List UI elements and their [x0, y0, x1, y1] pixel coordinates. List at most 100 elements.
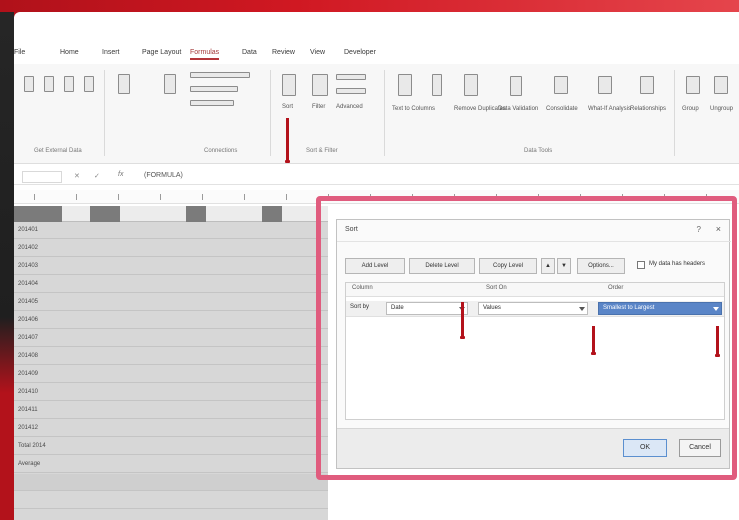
data-validation-icon[interactable]	[510, 76, 522, 96]
row-label-cell[interactable]: 201401	[18, 225, 62, 236]
help-icon[interactable]: ?	[697, 225, 701, 234]
from-web-icon[interactable]	[44, 76, 54, 92]
consolidate-label[interactable]: Consolidate	[546, 106, 578, 113]
function-icon[interactable]: fx	[118, 171, 123, 178]
row-label-cell[interactable]: 201405	[18, 297, 62, 308]
table-row[interactable]	[14, 492, 328, 509]
ruler-tick	[34, 194, 35, 200]
tab-review[interactable]: Review	[272, 46, 295, 60]
row-label-cell[interactable]: 201407	[18, 333, 62, 344]
ruler-tick	[76, 194, 77, 200]
ungroup-label[interactable]: Ungroup	[710, 106, 733, 113]
name-box[interactable]	[22, 171, 62, 183]
table-row[interactable]: 201403	[14, 258, 328, 275]
delete-level-button[interactable]: Delete Level	[409, 258, 475, 274]
what-if-icon[interactable]	[598, 76, 612, 94]
table-row[interactable]: 201411	[14, 402, 328, 419]
ribbon-separator	[384, 70, 385, 156]
options-button[interactable]: Options...	[577, 258, 625, 274]
row-label-cell[interactable]: 201402	[18, 243, 62, 254]
from-access-icon[interactable]	[24, 76, 34, 92]
dialog-title: Sort	[345, 226, 358, 233]
column-select[interactable]: Date	[386, 302, 468, 315]
sort-level-row[interactable]: Sort by Date Values Smallest to Largest	[346, 301, 724, 317]
sort-az-icon[interactable]	[282, 74, 296, 96]
add-level-button[interactable]: Add Level	[345, 258, 405, 274]
table-row[interactable]: 201410	[14, 384, 328, 401]
relationships-label[interactable]: Relationships	[630, 106, 666, 113]
edit-links-line[interactable]	[190, 100, 234, 106]
order-select[interactable]: Smallest to Largest	[598, 302, 722, 315]
row-label-cell[interactable]: 201410	[18, 387, 62, 398]
tab-home[interactable]: Home	[60, 46, 79, 60]
reapply-line[interactable]	[336, 88, 366, 94]
sort-on-select[interactable]: Values	[478, 302, 588, 315]
table-row[interactable]: 201408	[14, 348, 328, 365]
sort-button-label[interactable]: Sort	[282, 104, 293, 111]
filter-button-label[interactable]: Filter	[312, 104, 325, 111]
row-label-cell[interactable]: 201403	[18, 261, 62, 272]
row-label-cell[interactable]: 201412	[18, 423, 62, 434]
cancel-icon[interactable]: ✕	[74, 172, 80, 180]
move-up-button[interactable]: ▲	[541, 258, 555, 274]
row-label-cell[interactable]: Total 2014	[18, 441, 62, 452]
table-row[interactable]: 201412	[14, 420, 328, 437]
tab-page-layout[interactable]: Page Layout	[142, 46, 181, 60]
from-text-icon[interactable]	[64, 76, 74, 92]
ruler-tick	[244, 194, 245, 200]
table-row[interactable]: 201401	[14, 222, 328, 239]
close-icon[interactable]: ×	[716, 224, 721, 234]
filter-icon[interactable]	[312, 74, 328, 96]
advanced-label[interactable]: Advanced	[336, 104, 363, 111]
table-row[interactable]: 201402	[14, 240, 328, 257]
tab-data[interactable]: Data	[242, 46, 257, 60]
table-row[interactable]: 201409	[14, 366, 328, 383]
headers-checkbox-label: My data has headers	[649, 261, 706, 267]
properties-line[interactable]	[190, 86, 238, 92]
consolidate-icon[interactable]	[554, 76, 568, 94]
refresh-all-icon[interactable]	[164, 74, 176, 94]
table-row[interactable]	[14, 474, 328, 491]
data-validation-label[interactable]: Data Validation	[498, 106, 538, 113]
formula-input[interactable]: (FORMULA)	[144, 172, 183, 179]
enter-icon[interactable]: ✓	[94, 172, 100, 180]
table-row[interactable]: 201404	[14, 276, 328, 293]
row-label-cell[interactable]: Average	[18, 459, 62, 470]
tab-view[interactable]: View	[310, 46, 325, 60]
existing-connections-icon[interactable]	[118, 74, 130, 94]
table-row[interactable]: Total 2014	[14, 438, 328, 455]
remove-duplicates-icon[interactable]	[464, 74, 478, 96]
tab-developer[interactable]: Developer	[344, 46, 376, 60]
text-to-columns-icon[interactable]	[398, 74, 412, 96]
ok-button[interactable]: OK	[623, 439, 667, 457]
red-arrow-marker	[591, 326, 596, 355]
from-other-icon[interactable]	[84, 76, 94, 92]
clear-line[interactable]	[336, 74, 366, 80]
table-row[interactable]: 201406	[14, 312, 328, 329]
cancel-button[interactable]: Cancel	[679, 439, 721, 457]
group-label[interactable]: Group	[682, 106, 699, 113]
row-label-cell[interactable]: 201411	[18, 405, 62, 416]
table-row[interactable]: Average	[14, 456, 328, 473]
row-label-cell[interactable]: 201409	[18, 369, 62, 380]
table-row[interactable]: 201407	[14, 330, 328, 347]
table-row[interactable]: 201405	[14, 294, 328, 311]
tab-formulas[interactable]: Formulas	[190, 46, 220, 60]
ungroup-icon[interactable]	[714, 76, 728, 94]
copy-level-button[interactable]: Copy Level	[479, 258, 537, 274]
row-label-cell[interactable]: 201408	[18, 351, 62, 362]
headers-checkbox[interactable]	[637, 261, 645, 269]
tab-file[interactable]: File	[14, 46, 25, 60]
connections-line[interactable]	[190, 72, 250, 78]
group-icon[interactable]	[686, 76, 700, 94]
ribbon-separator	[104, 70, 105, 156]
tab-insert[interactable]: Insert	[102, 46, 120, 60]
text-to-columns-label[interactable]: Text to Columns	[392, 106, 435, 113]
row-label-cell[interactable]: 201406	[18, 315, 62, 326]
relationships-icon[interactable]	[640, 76, 654, 94]
chevron-down-icon	[579, 307, 585, 311]
move-down-button[interactable]: ▼	[557, 258, 571, 274]
flash-fill-icon[interactable]	[432, 74, 442, 96]
row-label-cell[interactable]: 201404	[18, 279, 62, 290]
what-if-label[interactable]: What-If Analysis	[588, 106, 631, 113]
